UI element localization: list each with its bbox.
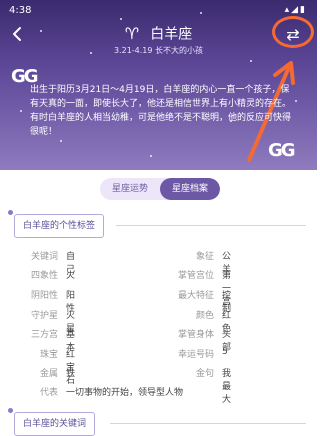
hero-banner: 4:38 ▴◢▮ ♈ 白羊座 3.21-4.19 长不大的小孩 ⇄ GG 出生于…: [0, 0, 317, 170]
section-title-tags: 白羊座的个性标签: [14, 214, 105, 238]
status-icons: ▴◢▮: [284, 5, 307, 15]
tab-profile[interactable]: 星座档案: [160, 178, 220, 200]
page-title-group: ♈ 白羊座: [0, 23, 317, 44]
section-divider: [110, 423, 306, 424]
annotation-circle: [272, 16, 314, 48]
sign-description: 出生于阳历3月21日～4月19日，白羊座的内心一直一个孩子，保有天真的一面，即使…: [30, 85, 292, 137]
aries-sign-icon: ♈: [124, 24, 140, 43]
section-deco-icon: [8, 408, 13, 413]
section-title-keywords: 白羊座的关键词: [14, 412, 96, 436]
page-title: 白羊座: [150, 26, 193, 43]
quote-close-icon: GG: [268, 140, 296, 161]
section-divider: [116, 225, 306, 226]
tab-trend[interactable]: 星座运势: [100, 178, 160, 200]
tab-bar: 星座运势 星座档案: [100, 178, 220, 200]
status-time: 4:38: [9, 5, 32, 16]
status-bar: 4:38 ▴◢▮: [0, 0, 317, 20]
section-deco-icon: [8, 210, 13, 215]
